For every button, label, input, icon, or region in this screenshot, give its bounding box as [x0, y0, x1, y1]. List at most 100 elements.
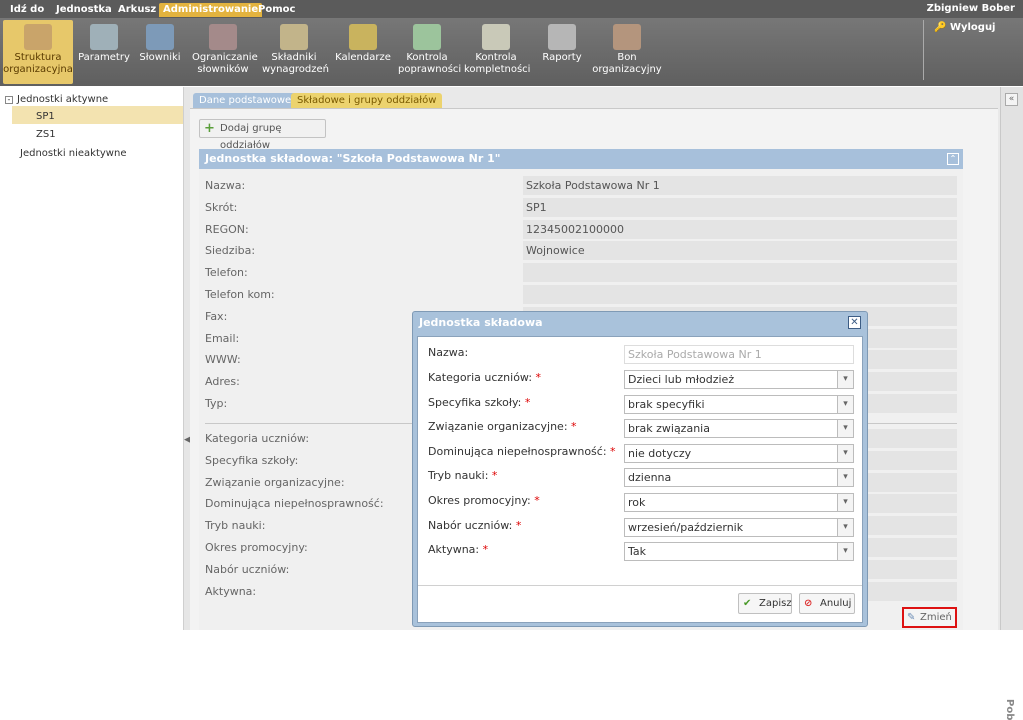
modal-label-text: Tryb nauki:: [428, 469, 489, 483]
required-marker: *: [532, 371, 542, 384]
expand-icon[interactable]: «: [1005, 93, 1018, 106]
modal-divider: [418, 585, 862, 586]
field-label: Okres promocyjny:: [205, 541, 308, 554]
chevron-down-icon[interactable]: ▾: [837, 444, 853, 462]
field-value: [523, 263, 957, 283]
menu-idz-do[interactable]: Idź do: [6, 3, 48, 17]
cancel-icon: ⊘: [804, 598, 813, 609]
chevron-down-icon[interactable]: ▾: [837, 518, 853, 536]
calendar-icon: [349, 24, 377, 50]
modal-select[interactable]: rok ▾: [624, 493, 854, 512]
tree-node-active[interactable]: - Jednostki aktywne: [5, 94, 108, 105]
tree-node-sp1[interactable]: SP1: [36, 111, 55, 122]
modal-dialog: Jednostka składowa ✕ Nazwa: Szkoła Podst…: [412, 311, 868, 627]
chevron-down-icon[interactable]: ▾: [837, 420, 853, 438]
modal-select[interactable]: wrzesień/październik ▾: [624, 517, 854, 537]
change-button[interactable]: ✎ Zmień: [902, 607, 957, 628]
toolbar-ograniczanie[interactable]: Ograniczanie słowników: [192, 20, 258, 84]
toolbar-slowniki[interactable]: Słowniki: [136, 20, 184, 84]
check-document-icon: [413, 24, 441, 50]
collapse-icon[interactable]: -: [5, 96, 13, 104]
chevron-down-icon[interactable]: ▾: [837, 395, 853, 413]
save-button[interactable]: ✔ Zapisz: [738, 593, 792, 614]
modal-label-text: Związanie organizacyjne:: [428, 420, 568, 434]
collapse-panel-icon[interactable]: ⌃: [947, 153, 959, 165]
modal-select[interactable]: brak specyfiki ▾: [624, 394, 854, 414]
modal-label-text: Kategoria uczniów:: [428, 371, 533, 384]
tree-panel: - Jednostki aktywne SP1 ZS1 Jednostki nie…: [0, 87, 184, 630]
field-label: Aktywna:: [205, 584, 257, 598]
tab-dane-podstawowe[interactable]: Dane podstawowe: [193, 93, 298, 108]
modal-field-label: Tryb nauki: *: [428, 469, 497, 482]
required-marker: *: [521, 395, 531, 409]
user-name: Zbigniew Bober: [926, 3, 1015, 14]
warning-document-icon: [482, 24, 510, 50]
modal-label-text: Specyfika szkoły:: [428, 395, 522, 409]
check-icon: ✔: [743, 598, 752, 609]
menu-jednostka[interactable]: Jednostka: [52, 3, 116, 17]
pencil-icon: ✎: [907, 612, 916, 623]
menu-arkusz[interactable]: Arkusz: [114, 3, 160, 17]
field-label: Tryb nauki:: [205, 519, 266, 533]
field-value: SP1: [523, 197, 957, 217]
modal-field-label: Okres promocyjny: *: [428, 494, 540, 507]
restricted-books-icon: [209, 24, 237, 50]
modal-select[interactable]: nie dotyczy ▾: [624, 443, 854, 463]
printer-icon: [548, 24, 576, 50]
toolbar-kontrola-kompletnosci[interactable]: Kontrola kompletności: [464, 20, 530, 84]
logout-button[interactable]: 🔑 Wyloguj: [934, 22, 996, 33]
building-icon: [24, 24, 52, 50]
toolbar-struktura[interactable]: Struktura organizacyjna: [3, 20, 73, 84]
required-marker: *: [567, 420, 577, 434]
modal-select[interactable]: brak związania ▾: [624, 419, 854, 439]
key-icon: 🔑: [934, 22, 947, 33]
modal-select[interactable]: dzienna ▾: [624, 468, 854, 488]
field-label: Nazwa:: [205, 179, 246, 192]
field-label: Kategoria uczniów:: [205, 432, 310, 445]
required-marker: *: [606, 444, 616, 458]
field-label: Skrót:: [205, 200, 238, 214]
modal-name-label: Nazwa:: [428, 346, 469, 359]
toolbar-raporty[interactable]: Raporty: [538, 20, 586, 84]
chevron-down-icon[interactable]: ▾: [837, 494, 853, 511]
chevron-down-icon[interactable]: ▾: [837, 469, 853, 487]
field-label: Siedziba:: [205, 244, 256, 258]
required-marker: *: [512, 518, 522, 532]
select-value: dzienna: [628, 471, 672, 485]
select-value: Dzieci lub młodzież: [628, 373, 735, 386]
field-label: Adres:: [205, 375, 240, 389]
menu-administrowanie[interactable]: Administrowanie: [159, 3, 263, 17]
select-value: nie dotyczy: [628, 446, 692, 460]
toolbar-skladniki[interactable]: Składniki wynagrodzeń: [262, 20, 329, 84]
toolbar-kontrola-poprawnosci[interactable]: Kontrola poprawności: [398, 20, 461, 84]
add-group-button[interactable]: + Dodaj grupę oddziałów: [199, 119, 326, 151]
toolbar-separator: [923, 20, 924, 80]
tree-node-inactive[interactable]: Jednostki nieaktywne: [20, 148, 126, 159]
panel-header: Jednostka składowa: "Szkoła Podstawowa N…: [199, 149, 963, 169]
tree-node-zs1[interactable]: ZS1: [36, 129, 56, 140]
required-marker: *: [479, 543, 489, 557]
modal-field-label: Związanie organizacyjne: *: [428, 420, 577, 433]
close-icon[interactable]: ✕: [848, 316, 861, 329]
chevron-down-icon[interactable]: ▾: [837, 543, 853, 561]
toolbar-kalendarze[interactable]: Kalendarze: [334, 20, 392, 84]
field-label: Telefon:: [205, 266, 248, 280]
select-value: brak specyfiki: [628, 397, 705, 411]
tab-skladowe[interactable]: Składowe i grupy oddziałów: [291, 93, 443, 108]
select-value: Tak: [628, 545, 647, 559]
menu-pomoc[interactable]: Pomoc: [254, 3, 299, 17]
field-label: WWW:: [205, 353, 241, 367]
toolbar-bon[interactable]: Bon organizacyjny: [592, 20, 662, 84]
coins-icon: [280, 24, 308, 50]
toolbar-parametry[interactable]: Parametry: [78, 20, 130, 84]
right-collapsed-panel[interactable]: « Pob: [1000, 87, 1023, 720]
toolbar: Struktura organizacyjna Parametry Słowni…: [0, 18, 1023, 86]
chevron-down-icon[interactable]: ▾: [837, 371, 853, 388]
cancel-button[interactable]: ⊘ Anuluj: [799, 593, 855, 614]
menu-bar: Idź do Jednostka Arkusz Administrowanie …: [0, 0, 1023, 18]
modal-select[interactable]: Dzieci lub młodzież ▾: [624, 370, 854, 389]
modal-title: Jednostka składowa: [419, 316, 543, 329]
field-value: 12345002100000: [523, 219, 957, 239]
field-label: Dominująca niepełnosprawność:: [205, 497, 384, 511]
modal-select[interactable]: Tak ▾: [624, 542, 854, 562]
